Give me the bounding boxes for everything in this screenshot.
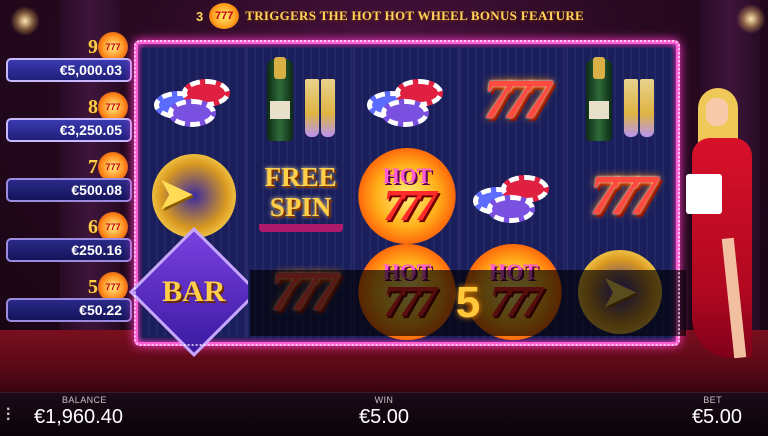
symbol-cell: FREE SPIN	[248, 148, 352, 244]
777-arrows-icon: ➤	[152, 154, 237, 238]
jackpot-level: 8	[88, 96, 98, 118]
jackpot-level: 9	[88, 36, 98, 58]
symbol-cell: 777	[568, 148, 672, 244]
bonus-banner: 3 777 TRIGGERS THE HOT HOT WHEEL BONUS F…	[196, 2, 596, 30]
win-overlay: 5	[250, 270, 686, 336]
jackpot-amount: €250.16	[6, 238, 132, 262]
symbol-cell: BAR	[129, 226, 260, 358]
jackpot-level: 5	[88, 276, 98, 298]
hot-777-wild-icon: HOT 777	[358, 148, 457, 244]
free-spin-line1: FREE	[264, 162, 337, 192]
symbol-cell	[568, 52, 672, 148]
balance-label: BALANCE	[62, 395, 107, 405]
jackpot-9: 9 777 €5,000.03	[0, 32, 136, 84]
casino-chips-icon	[367, 73, 447, 127]
jackpot-level: 7	[88, 156, 98, 178]
banner-count: 3	[196, 8, 204, 24]
bottom-bar: · · · BALANCE €1,960.40 WIN €5.00 BET €5.0…	[0, 392, 768, 436]
jackpot-7: 7 777 €500.08	[0, 152, 136, 204]
symbol-cell	[461, 148, 565, 244]
champagne-icon	[261, 57, 341, 143]
symbol-cell	[355, 52, 459, 148]
hostess-card	[686, 174, 722, 214]
bet-value[interactable]: €5.00	[692, 406, 742, 429]
symbol-cell: HOT 777	[355, 148, 459, 244]
banner-text: TRIGGERS THE HOT HOT WHEEL BONUS FEATURE	[245, 8, 585, 23]
jackpot-6: 6 777 €250.16	[0, 212, 136, 264]
free-spin-line2: SPIN	[269, 192, 332, 222]
hot-777-logo-icon: 777	[209, 3, 240, 29]
jackpot-level: 6	[88, 216, 98, 238]
balance-display: BALANCE €1,960.40	[34, 395, 123, 429]
menu-icon[interactable]: · · ·	[6, 402, 11, 428]
jackpot-5: 5 777 €50.22	[0, 272, 136, 324]
jackpot-amount: €3,250.05	[6, 118, 132, 142]
bar-label: BAR	[162, 275, 226, 308]
win-label: WIN	[374, 395, 394, 405]
ceiling-light	[10, 6, 40, 36]
ceiling-light	[736, 4, 766, 34]
champagne-icon	[580, 57, 660, 143]
seven-seven-seven-icon: 777	[589, 165, 658, 227]
balance-value: €1,960.40	[34, 406, 123, 428]
win-value: €5.00	[358, 406, 410, 428]
symbol-cell: 777	[461, 52, 565, 148]
casino-chips-icon	[473, 169, 553, 223]
bet-label: BET	[703, 395, 722, 405]
jackpot-8: 8 777 €3,250.05	[0, 92, 136, 144]
reel-frame: ➤ BAR FREE SPIN HOT 777 777 777 5	[129, 40, 686, 358]
win-display: WIN €5.00	[334, 395, 434, 429]
symbol-cell	[248, 52, 352, 148]
casino-chips-icon	[154, 73, 234, 127]
seven-label: 777	[383, 181, 437, 230]
jackpot-amount: €500.08	[6, 178, 132, 202]
symbol-cell	[142, 52, 246, 148]
bar-symbol-icon: BAR	[129, 226, 260, 358]
hostess-character	[678, 88, 764, 378]
seven-seven-seven-icon: 777	[483, 69, 551, 131]
jackpot-amount: €5,000.03	[6, 58, 132, 82]
win-count: 5	[455, 278, 481, 327]
free-spin-symbol: FREE SPIN	[258, 160, 343, 232]
jackpot-amount: €50.22	[6, 298, 132, 322]
reel-1: ➤ BAR	[129, 48, 260, 358]
bet-display[interactable]: BET €5.00	[692, 395, 742, 429]
